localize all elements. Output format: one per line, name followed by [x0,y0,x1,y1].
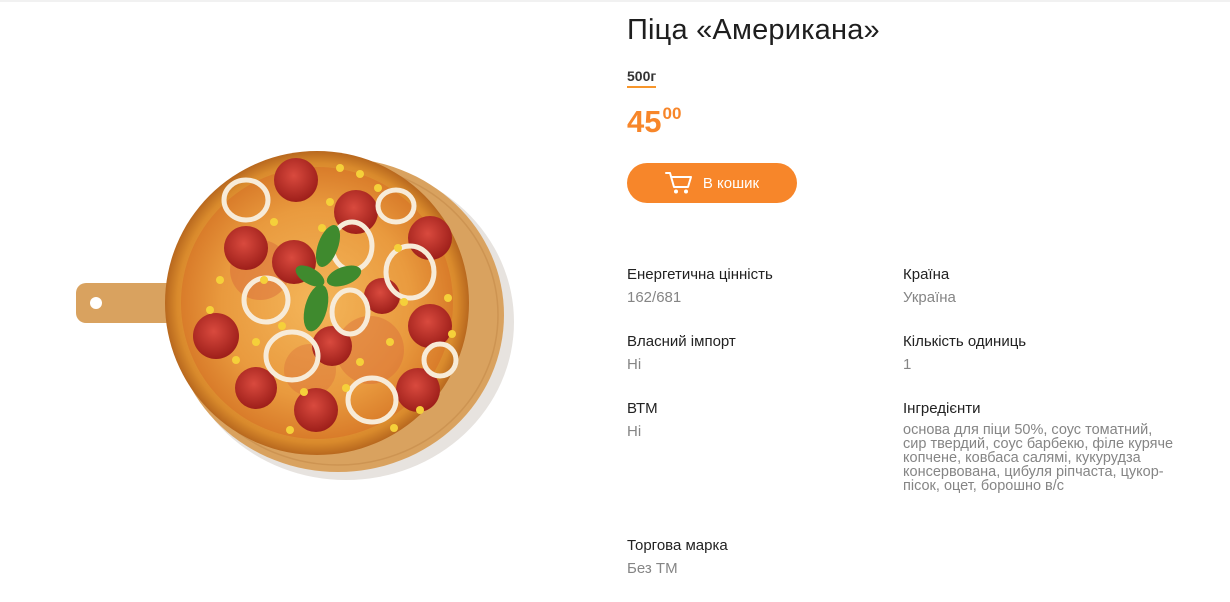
pizza-image [76,151,514,480]
price-integer: 45 [627,104,662,139]
attribute-label: Кількість одиниць [903,333,1027,350]
attribute-value: основа для піци 50%, соус томатний, сир … [903,422,1174,494]
attribute-label: Енергетична цінність [627,266,773,283]
attribute-own-import: Власний імпорт Ні [627,333,907,373]
attribute-label: Торгова марка [627,537,728,554]
attribute-label: Інгредієнти [903,400,981,417]
attribute-country: Країна Україна [903,266,1183,306]
product-title: Піца «Американа» [627,14,880,46]
attribute-ingredients: Інгредієнти основа для піци 50%, соус то… [903,400,1183,493]
attribute-vtm: ВТМ Ні [627,400,907,440]
attribute-value: 1 [903,356,912,373]
attribute-label: ВТМ [627,400,658,417]
attribute-value: 162/681 [627,289,682,306]
board-hole [90,297,102,309]
attribute-value: Ні [627,356,642,373]
attribute-value: Україна [903,289,956,306]
add-to-cart-button[interactable]: В кошик [627,163,797,203]
attribute-value: Без ТМ [627,560,678,577]
attribute-brand: Торгова марка Без ТМ [627,537,907,577]
attribute-value: Ні [627,423,642,440]
product-image [60,110,530,500]
top-divider [0,0,1230,2]
cart-icon [664,172,692,194]
attribute-energy: Енергетична цінність 162/681 [627,266,907,306]
weight-option[interactable]: 500г [627,68,657,88]
price-fraction: 00 [662,104,682,123]
cart-button-label: В кошик [702,174,760,192]
attribute-label: Власний імпорт [627,333,736,350]
attribute-unit-count: Кількість одиниць 1 [903,333,1183,373]
product-price: 4500 [627,104,681,140]
attribute-label: Країна [903,266,950,283]
